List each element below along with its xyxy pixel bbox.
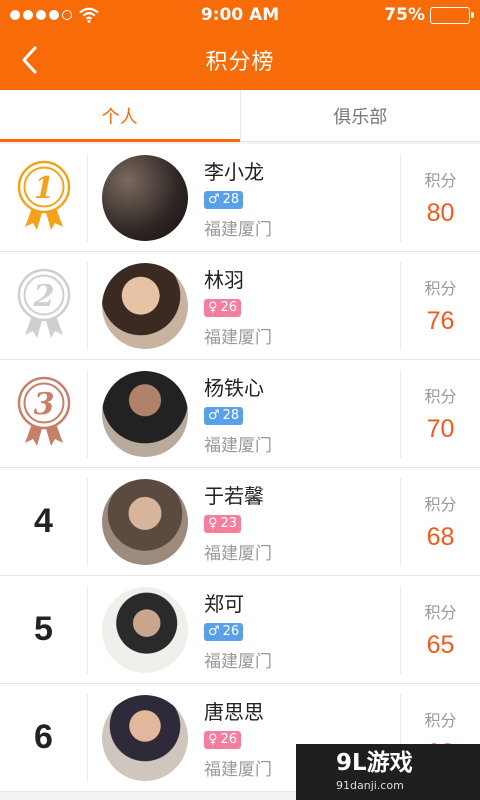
user-age: 26 [220, 732, 238, 747]
gender-age-badge: ♂ 28 [204, 406, 244, 425]
gender-age-badge: ♀ 23 [204, 514, 242, 533]
watermark-logo-text: 9L游戏 [336, 750, 413, 776]
score-cell: 积分 65 [400, 585, 480, 674]
user-age: 23 [220, 516, 238, 531]
score-value: 76 [426, 307, 455, 335]
score-label: 积分 [424, 171, 457, 190]
score-cell: 积分 70 [400, 369, 480, 458]
user-name: 郑可 [204, 591, 244, 616]
rank-number: 5 [34, 610, 53, 648]
rank-cell: 5 [0, 585, 88, 674]
user-info: 林羽 ♀ 26 福建厦门 [204, 262, 400, 350]
site-watermark: 9L游戏 91danji.com [296, 744, 480, 800]
user-location: 福建厦门 [204, 435, 272, 456]
score-value: 68 [426, 523, 455, 551]
avatar[interactable] [102, 262, 188, 349]
list-item[interactable]: 3 杨铁心 ♂ 28 福建厦门 积分 70 [0, 360, 480, 468]
user-name: 于若馨 [204, 483, 264, 508]
user-age: 28 [222, 192, 240, 207]
tab-club[interactable]: 俱乐部 [239, 90, 480, 141]
tab-bar: 个人 俱乐部 [0, 90, 480, 142]
user-location: 福建厦门 [204, 543, 272, 564]
svg-text:3: 3 [33, 387, 54, 422]
avatar[interactable] [102, 370, 188, 457]
user-name: 李小龙 [204, 159, 264, 184]
rank-number: 6 [34, 718, 53, 756]
svg-text:2: 2 [32, 279, 54, 314]
list-item[interactable]: 4 于若馨 ♀ 23 福建厦门 积分 68 [0, 468, 480, 576]
back-button[interactable] [12, 42, 46, 78]
tab-personal[interactable]: 个人 [0, 90, 240, 142]
gender-age-badge: ♀ 26 [204, 730, 242, 749]
user-name: 林羽 [204, 267, 244, 292]
user-name: 杨铁心 [204, 375, 264, 400]
user-info: 郑可 ♂ 26 福建厦门 [204, 586, 400, 674]
silver-medal-icon: 2 [16, 267, 72, 345]
score-label: 积分 [424, 603, 457, 622]
list-item[interactable]: 1 李小龙 ♂ 28 福建厦门 积分 80 [0, 144, 480, 252]
female-icon: ♀ [208, 516, 218, 531]
score-value: 80 [426, 199, 455, 227]
score-label: 积分 [424, 387, 457, 406]
male-icon: ♂ [208, 408, 220, 423]
rank-cell: 4 [0, 477, 88, 566]
battery-icon [430, 6, 474, 24]
score-label: 积分 [424, 279, 457, 298]
score-cell: 积分 80 [400, 153, 480, 242]
gender-age-badge: ♂ 28 [204, 190, 244, 209]
user-age: 28 [222, 408, 240, 423]
header-bar: 9:00 AM 75% 积分榜 [0, 0, 480, 90]
rank-cell: 2 [0, 261, 88, 350]
avatar[interactable] [102, 694, 188, 781]
score-value: 70 [426, 415, 455, 443]
rank-cell: 6 [0, 693, 88, 782]
rank-number: 4 [34, 502, 53, 540]
user-location: 福建厦门 [204, 219, 272, 240]
svg-text:1: 1 [33, 171, 54, 206]
user-info: 李小龙 ♂ 28 福建厦门 [204, 154, 400, 242]
signal-icon [10, 10, 72, 20]
bronze-medal-icon: 3 [16, 375, 72, 453]
rank-cell: 3 [0, 369, 88, 458]
female-icon: ♀ [208, 300, 218, 315]
score-label: 积分 [424, 711, 457, 730]
user-age: 26 [220, 300, 238, 315]
gold-medal-icon: 1 [16, 159, 72, 237]
user-info: 于若馨 ♀ 23 福建厦门 [204, 478, 400, 566]
user-location: 福建厦门 [204, 327, 272, 348]
rank-cell: 1 [0, 153, 88, 242]
screen: 9:00 AM 75% 积分榜 个人 俱乐部 1 李小龙 ♂ 28 福建厦门 积分 80 2 林… [0, 0, 480, 800]
score-cell: 积分 76 [400, 261, 480, 350]
score-cell: 积分 68 [400, 477, 480, 566]
score-label: 积分 [424, 495, 457, 514]
battery-percent: 75% [384, 5, 425, 25]
male-icon: ♂ [208, 624, 220, 639]
status-bar: 9:00 AM 75% [0, 0, 480, 30]
user-age: 26 [222, 624, 240, 639]
battery-status: 75% [384, 5, 474, 25]
page-title: 积分榜 [205, 50, 275, 75]
wifi-icon [79, 7, 99, 23]
leaderboard-list: 1 李小龙 ♂ 28 福建厦门 积分 80 2 林羽 ♀ 26 福建厦门 积分 76 3 杨铁心 ♂ 28 福建厦门… [0, 144, 480, 792]
avatar[interactable] [102, 478, 188, 565]
score-value: 65 [426, 631, 455, 659]
male-icon: ♂ [208, 192, 220, 207]
gender-age-badge: ♀ 26 [204, 298, 242, 317]
list-item[interactable]: 5 郑可 ♂ 26 福建厦门 积分 65 [0, 576, 480, 684]
chevron-left-icon [22, 46, 37, 74]
user-name: 唐思思 [204, 699, 264, 724]
female-icon: ♀ [208, 732, 218, 747]
user-info: 杨铁心 ♂ 28 福建厦门 [204, 370, 400, 458]
avatar[interactable] [102, 586, 188, 673]
watermark-url: 91danji.com [336, 779, 404, 792]
list-item[interactable]: 2 林羽 ♀ 26 福建厦门 积分 76 [0, 252, 480, 360]
gender-age-badge: ♂ 26 [204, 622, 244, 641]
nav-bar: 积分榜 [0, 30, 480, 90]
avatar[interactable] [102, 154, 188, 241]
user-location: 福建厦门 [204, 651, 272, 672]
